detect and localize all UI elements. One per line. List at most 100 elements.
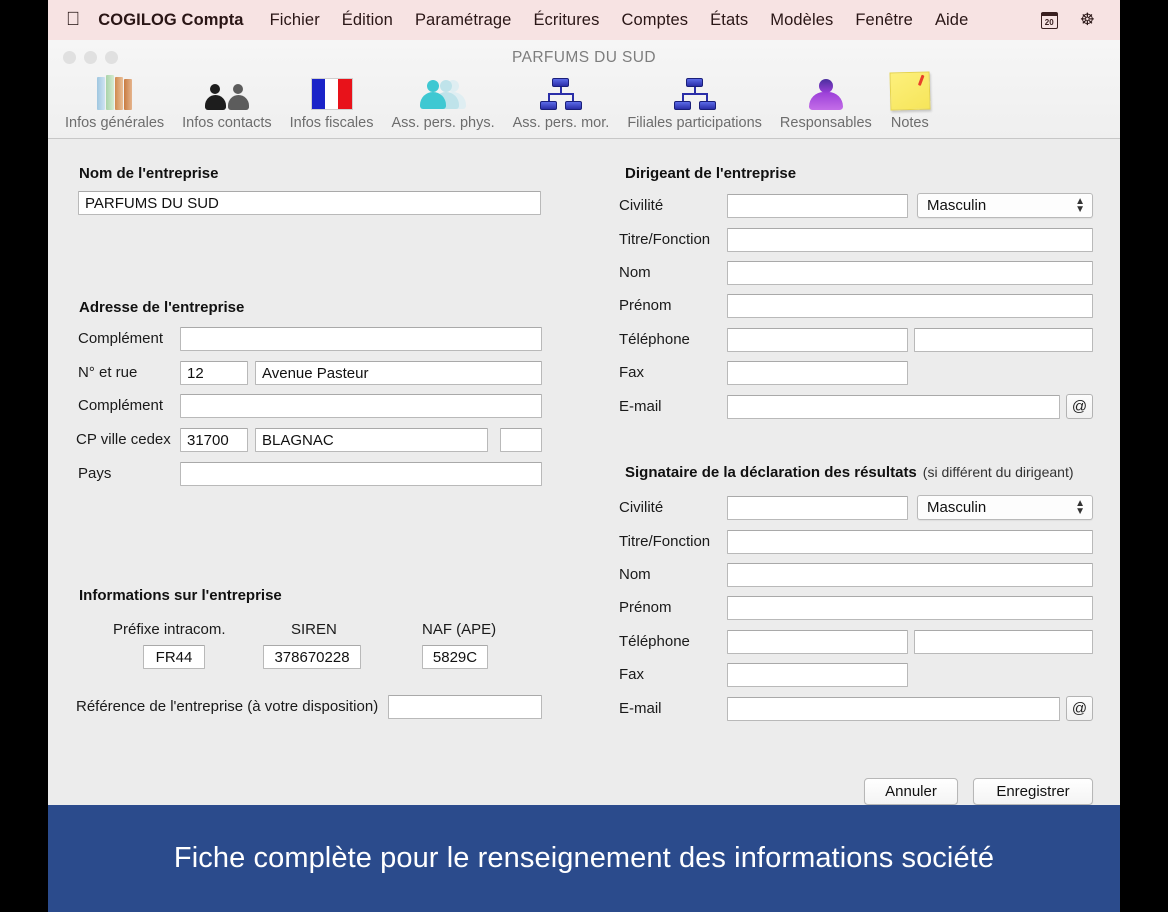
apple-menu-icon[interactable]:  <box>66 10 80 29</box>
toolbar-item-infos-generales[interactable]: Infos générales <box>56 68 173 131</box>
caption-banner: Fiche complète pour le renseignement des… <box>48 805 1120 912</box>
signataire-civilite-input[interactable] <box>727 496 908 520</box>
section-title-company-name: Nom de l'entreprise <box>79 165 219 182</box>
gear-icon: ☸ <box>1079 10 1095 29</box>
section-title-company-info: Informations sur l'entreprise <box>79 587 282 604</box>
toolbar-item-infos-contacts[interactable]: Infos contacts <box>173 68 280 131</box>
menu-item-app-name[interactable]: COGILOG Compta <box>98 11 258 30</box>
window-titlebar: PARFUMS DU SUD Infos générales Infos con… <box>48 40 1120 139</box>
label-signataire-titre: Titre/Fonction <box>619 533 711 550</box>
label-dirigeant-nom: Nom <box>619 264 651 281</box>
toolbar-item-infos-fiscales[interactable]: Infos fiscales <box>281 68 383 131</box>
toolbar-label: Notes <box>890 115 929 131</box>
toolbar-label: Responsables <box>779 115 872 131</box>
toolbar-item-ass-pers-phys[interactable]: Ass. pers. phys. <box>382 68 503 131</box>
signataire-genre-select[interactable]: Masculin ▲ ▼ <box>917 495 1093 520</box>
address-complement-1-input[interactable] <box>180 327 542 351</box>
label-prefix-intracom: Préfixe intracom. <box>113 621 226 638</box>
dirigeant-nom-input[interactable] <box>727 261 1093 285</box>
menu-item-parametrage[interactable]: Paramétrage <box>404 11 522 30</box>
signataire-telephone-2-input[interactable] <box>914 630 1093 654</box>
address-complement-2-input[interactable] <box>180 394 542 418</box>
dirigeant-email-at-button[interactable]: @ <box>1066 394 1093 419</box>
signataire-prenom-input[interactable] <box>727 596 1093 620</box>
toolbar-item-ass-pers-mor[interactable]: Ass. pers. mor. <box>504 68 619 131</box>
app-window: PARFUMS DU SUD Infos générales Infos con… <box>48 40 1120 805</box>
section-title-dirigeant: Dirigeant de l'entreprise <box>625 165 797 182</box>
signataire-telephone-input[interactable] <box>727 630 908 654</box>
dirigeant-genre-value: Masculin <box>927 197 987 214</box>
label-street: N° et rue <box>78 364 138 381</box>
label-complement-1: Complément <box>78 330 164 347</box>
company-name-input[interactable] <box>78 191 541 215</box>
signataire-email-input[interactable] <box>727 697 1060 721</box>
menu-item-etats[interactable]: États <box>699 11 759 30</box>
org-chart-icon <box>673 68 717 110</box>
label-signataire-nom: Nom <box>619 566 651 583</box>
label-signataire-prenom: Prénom <box>619 599 672 616</box>
dirigeant-titre-input[interactable] <box>727 228 1093 252</box>
label-cp-ville-cedex: CP ville cedex <box>76 431 171 448</box>
signataire-titre-input[interactable] <box>727 530 1093 554</box>
country-input[interactable] <box>180 462 542 486</box>
toolbar-label: Infos contacts <box>182 115 272 131</box>
street-name-input[interactable] <box>255 361 542 385</box>
toolbar-label: Filiales participations <box>627 115 762 131</box>
siren-input[interactable] <box>263 645 361 669</box>
calendar-icon: 20 <box>1040 11 1058 29</box>
prefix-intracom-input[interactable] <box>143 645 205 669</box>
menu-item-aide[interactable]: Aide <box>924 11 979 30</box>
label-signataire-telephone: Téléphone <box>619 633 690 650</box>
label-signataire-email: E-mail <box>619 700 662 717</box>
people-icon <box>204 68 249 110</box>
dirigeant-fax-input[interactable] <box>727 361 908 385</box>
calendar-status-item[interactable]: 20 <box>1030 11 1069 29</box>
window-title: PARFUMS DU SUD <box>512 49 656 66</box>
postal-code-input[interactable] <box>180 428 248 452</box>
signataire-fax-input[interactable] <box>727 663 908 687</box>
street-number-input[interactable] <box>180 361 248 385</box>
label-company-reference: Référence de l'entreprise (à votre dispo… <box>76 698 379 715</box>
signataire-email-at-button[interactable]: @ <box>1066 696 1093 721</box>
city-input[interactable] <box>255 428 488 452</box>
toolbar-item-filiales-participations[interactable]: Filiales participations <box>618 68 771 131</box>
naf-ape-input[interactable] <box>422 645 488 669</box>
section-title-signataire: Signataire de la déclaration des résulta… <box>625 464 1074 481</box>
dirigeant-telephone-2-input[interactable] <box>914 328 1093 352</box>
toolbar-item-notes[interactable]: Notes <box>881 68 939 131</box>
screenshot-root:  COGILOG Compta Fichier Édition Paramét… <box>0 0 1168 912</box>
signataire-nom-input[interactable] <box>727 563 1093 587</box>
dirigeant-email-input[interactable] <box>727 395 1060 419</box>
menu-item-modeles[interactable]: Modèles <box>759 11 844 30</box>
books-icon <box>97 68 133 110</box>
company-reference-input[interactable] <box>388 695 542 719</box>
dirigeant-genre-select[interactable]: Masculin ▲ ▼ <box>917 193 1093 218</box>
dirigeant-telephone-input[interactable] <box>727 328 908 352</box>
menu-item-fichier[interactable]: Fichier <box>259 11 331 30</box>
signataire-heading: Signataire de la déclaration des résulta… <box>625 464 917 481</box>
save-button[interactable]: Enregistrer <box>973 778 1093 805</box>
toolbar-label: Infos générales <box>65 115 165 131</box>
cancel-button[interactable]: Annuler <box>864 778 958 805</box>
cedex-input[interactable] <box>500 428 542 452</box>
toolbar-label: Ass. pers. phys. <box>391 115 495 131</box>
menu-item-edition[interactable]: Édition <box>331 11 404 30</box>
avatar-icon <box>808 68 843 110</box>
dirigeant-civilite-input[interactable] <box>727 194 908 218</box>
label-dirigeant-email: E-mail <box>619 398 662 415</box>
dirigeant-prenom-input[interactable] <box>727 294 1093 318</box>
chevron-updown-icon: ▲ ▼ <box>1075 497 1085 517</box>
menu-item-comptes[interactable]: Comptes <box>610 11 699 30</box>
label-pays: Pays <box>78 465 112 482</box>
label-complement-2: Complément <box>78 397 164 414</box>
menu-bar:  COGILOG Compta Fichier Édition Paramét… <box>48 0 1120 40</box>
menu-item-ecritures[interactable]: Écritures <box>522 11 610 30</box>
gear-status-item[interactable]: ☸ <box>1069 10 1106 30</box>
menu-item-fenetre[interactable]: Fenêtre <box>844 11 924 30</box>
signataire-genre-value: Masculin <box>927 499 987 516</box>
caption-text: Fiche complète pour le renseignement des… <box>173 842 995 874</box>
toolbar-item-responsables[interactable]: Responsables <box>771 68 881 131</box>
note-icon <box>889 68 931 111</box>
label-dirigeant-titre: Titre/Fonction <box>619 231 711 248</box>
label-dirigeant-prenom: Prénom <box>619 297 672 314</box>
